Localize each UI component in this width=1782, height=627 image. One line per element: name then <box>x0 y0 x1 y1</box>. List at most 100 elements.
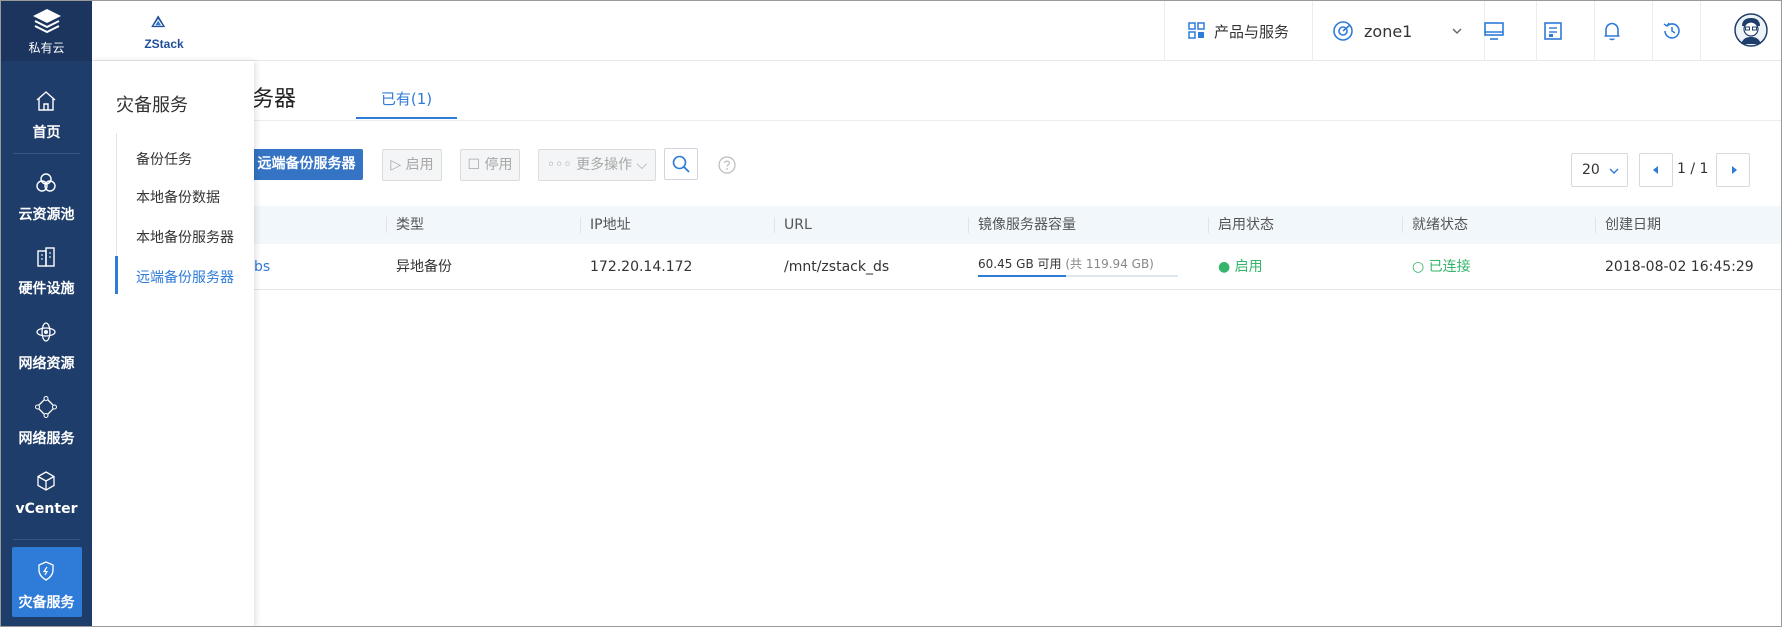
shield-icon <box>38 561 54 581</box>
zstack-logo[interactable]: ZStack <box>140 9 188 53</box>
cell-name-link[interactable]: bs <box>254 244 270 290</box>
cell-enable-status: ● 启用 <box>1218 259 1263 275</box>
column-header-ready-status[interactable]: 就绪状态 <box>1412 206 1468 244</box>
history-icon[interactable] <box>1661 20 1683 42</box>
chevron-down-icon <box>1452 28 1462 34</box>
nav-item-network-service[interactable]: 网络服务 <box>1 385 92 459</box>
nav-label-disaster-recovery: 灾备服务 <box>18 595 75 611</box>
column-header-ip[interactable]: IP地址 <box>590 206 631 244</box>
chevron-down-icon <box>1609 168 1619 174</box>
nav-item-disaster-recovery[interactable]: 灾备服务 <box>1 547 92 621</box>
monitor-icon[interactable] <box>1483 20 1505 42</box>
column-divider <box>1595 217 1596 233</box>
capacity-bar-fill <box>978 275 1066 277</box>
column-divider <box>774 217 775 233</box>
column-divider <box>580 217 581 233</box>
nav-item-network-resource[interactable]: 网络资源 <box>1 310 92 384</box>
column-divider <box>1208 217 1209 233</box>
page-title: 务器 <box>254 87 297 112</box>
tab-active-underline <box>356 117 457 119</box>
tabs-divider <box>254 120 1781 121</box>
user-avatar[interactable] <box>1734 13 1768 47</box>
submenu-item-local-backup-server[interactable]: 本地备份服务器 <box>136 227 234 247</box>
disaster-recovery-submenu: 灾备服务 备份任务 本地备份数据 本地备份服务器 远端备份服务器 <box>92 61 254 626</box>
products-services-label: 产品与服务 <box>1214 22 1290 41</box>
zone-label: zone1 <box>1364 21 1413 41</box>
caret-right-icon <box>1732 166 1737 174</box>
main-sidebar: 私有云 首页 云资源池 硬件设施 网络资源 网络服务 vCenter 灾备服务 <box>1 1 92 626</box>
header-divider <box>1164 1 1165 61</box>
cloud-switcher[interactable]: 私有云 <box>1 1 92 61</box>
document-icon[interactable] <box>1542 20 1564 42</box>
header-divider <box>1700 1 1701 61</box>
column-header-url[interactable]: URL <box>784 206 812 244</box>
nav-divider <box>13 153 80 154</box>
submenu-item-backup-tasks[interactable]: 备份任务 <box>136 149 192 169</box>
network-resource-icon <box>36 322 56 342</box>
column-divider <box>1402 217 1403 233</box>
cell-capacity: 60.45 GB 可用 (共 119.94 GB) <box>978 255 1154 272</box>
disable-button[interactable]: ☐ 停用 <box>460 149 520 181</box>
nav-item-vcenter[interactable]: vCenter <box>1 459 92 533</box>
nav-label-network-resource: 网络资源 <box>18 356 75 372</box>
cell-ready-status: ○ 已连接 <box>1412 259 1471 275</box>
header-divider <box>1594 1 1595 61</box>
page-size-select[interactable]: 20 <box>1571 153 1628 187</box>
column-header-enable-status[interactable]: 启用状态 <box>1218 206 1274 244</box>
search-icon <box>672 155 690 173</box>
caret-left-icon <box>1653 166 1658 174</box>
cube-icon <box>37 471 55 491</box>
submenu-item-local-backup-data[interactable]: 本地备份数据 <box>136 187 220 207</box>
main-content: 务器 已有(1) 远端备份服务器 ▷ 启用 ☐ 停用 ◦◦◦ 更多操作 ⌵ 20 <box>254 61 1781 626</box>
logo-text: ZStack <box>144 37 184 51</box>
column-header-created[interactable]: 创建日期 <box>1605 206 1661 244</box>
header-divider <box>1312 1 1313 61</box>
nav-label-hardware: 硬件设施 <box>18 281 75 297</box>
app-window: 私有云 首页 云资源池 硬件设施 网络资源 网络服务 vCenter 灾备服务 … <box>0 0 1782 627</box>
cell-created: 2018-08-02 16:45:29 <box>1605 259 1754 275</box>
home-icon <box>36 91 56 111</box>
nav-label-network-service: 网络服务 <box>18 431 75 447</box>
nav-item-cloud-pool[interactable]: 云资源池 <box>1 161 92 235</box>
page-size-value: 20 <box>1582 162 1600 178</box>
products-services-button[interactable]: 产品与服务 <box>1188 19 1289 43</box>
add-remote-backup-server-button[interactable]: 远端备份服务器 <box>254 149 363 180</box>
nav-divider <box>13 539 80 540</box>
cell-url: /mnt/zstack_ds <box>784 259 890 275</box>
submenu-item-remote-backup-server[interactable]: 远端备份服务器 <box>136 267 234 287</box>
prev-page-button[interactable] <box>1639 153 1673 187</box>
nav-item-hardware[interactable]: 硬件设施 <box>1 235 92 309</box>
cloud-switcher-label: 私有云 <box>28 41 65 55</box>
next-page-button[interactable] <box>1716 153 1750 187</box>
zone-selector[interactable]: zone1 <box>1332 19 1464 43</box>
nav-label-home: 首页 <box>32 125 61 141</box>
bell-icon[interactable] <box>1601 20 1623 42</box>
more-actions-button[interactable]: ◦◦◦ 更多操作 ⌵ <box>538 149 656 181</box>
enable-button[interactable]: ▷ 启用 <box>382 149 442 181</box>
page-indicator: 1 / 1 <box>1677 161 1709 177</box>
layers-icon <box>33 9 61 34</box>
column-header-capacity[interactable]: 镜像服务器容量 <box>978 206 1076 244</box>
help-icon[interactable] <box>718 156 736 174</box>
capacity-available: 60.45 GB 可用 <box>978 257 1062 271</box>
nav-label-vcenter: vCenter <box>15 501 78 517</box>
nav-label-cloud-pool: 云资源池 <box>18 207 75 223</box>
nav-item-home[interactable]: 首页 <box>1 79 92 153</box>
column-divider <box>968 217 969 233</box>
capacity-total: (共 119.94 GB) <box>1065 257 1154 271</box>
tab-existing[interactable]: 已有(1) <box>356 61 457 121</box>
search-button[interactable] <box>664 148 698 180</box>
header-divider <box>1652 1 1653 61</box>
network-service-icon <box>35 396 57 418</box>
top-header: ZStack 产品与服务 zone1 <box>92 1 1781 61</box>
column-header-type[interactable]: 类型 <box>396 206 424 244</box>
building-icon <box>37 247 55 267</box>
table-header: 类型 IP地址 URL 镜像服务器容量 启用状态 就绪状态 创建日期 <box>254 206 1781 244</box>
zstack-logo-icon <box>151 15 166 28</box>
cloud-pool-icon <box>36 173 56 192</box>
grid-icon <box>1188 22 1205 39</box>
table-row[interactable]: bs 异地备份 172.20.14.172 /mnt/zstack_ds 60.… <box>254 244 1781 290</box>
cell-ip: 172.20.14.172 <box>590 259 693 275</box>
column-divider <box>386 217 387 233</box>
submenu-active-indicator <box>115 256 118 294</box>
